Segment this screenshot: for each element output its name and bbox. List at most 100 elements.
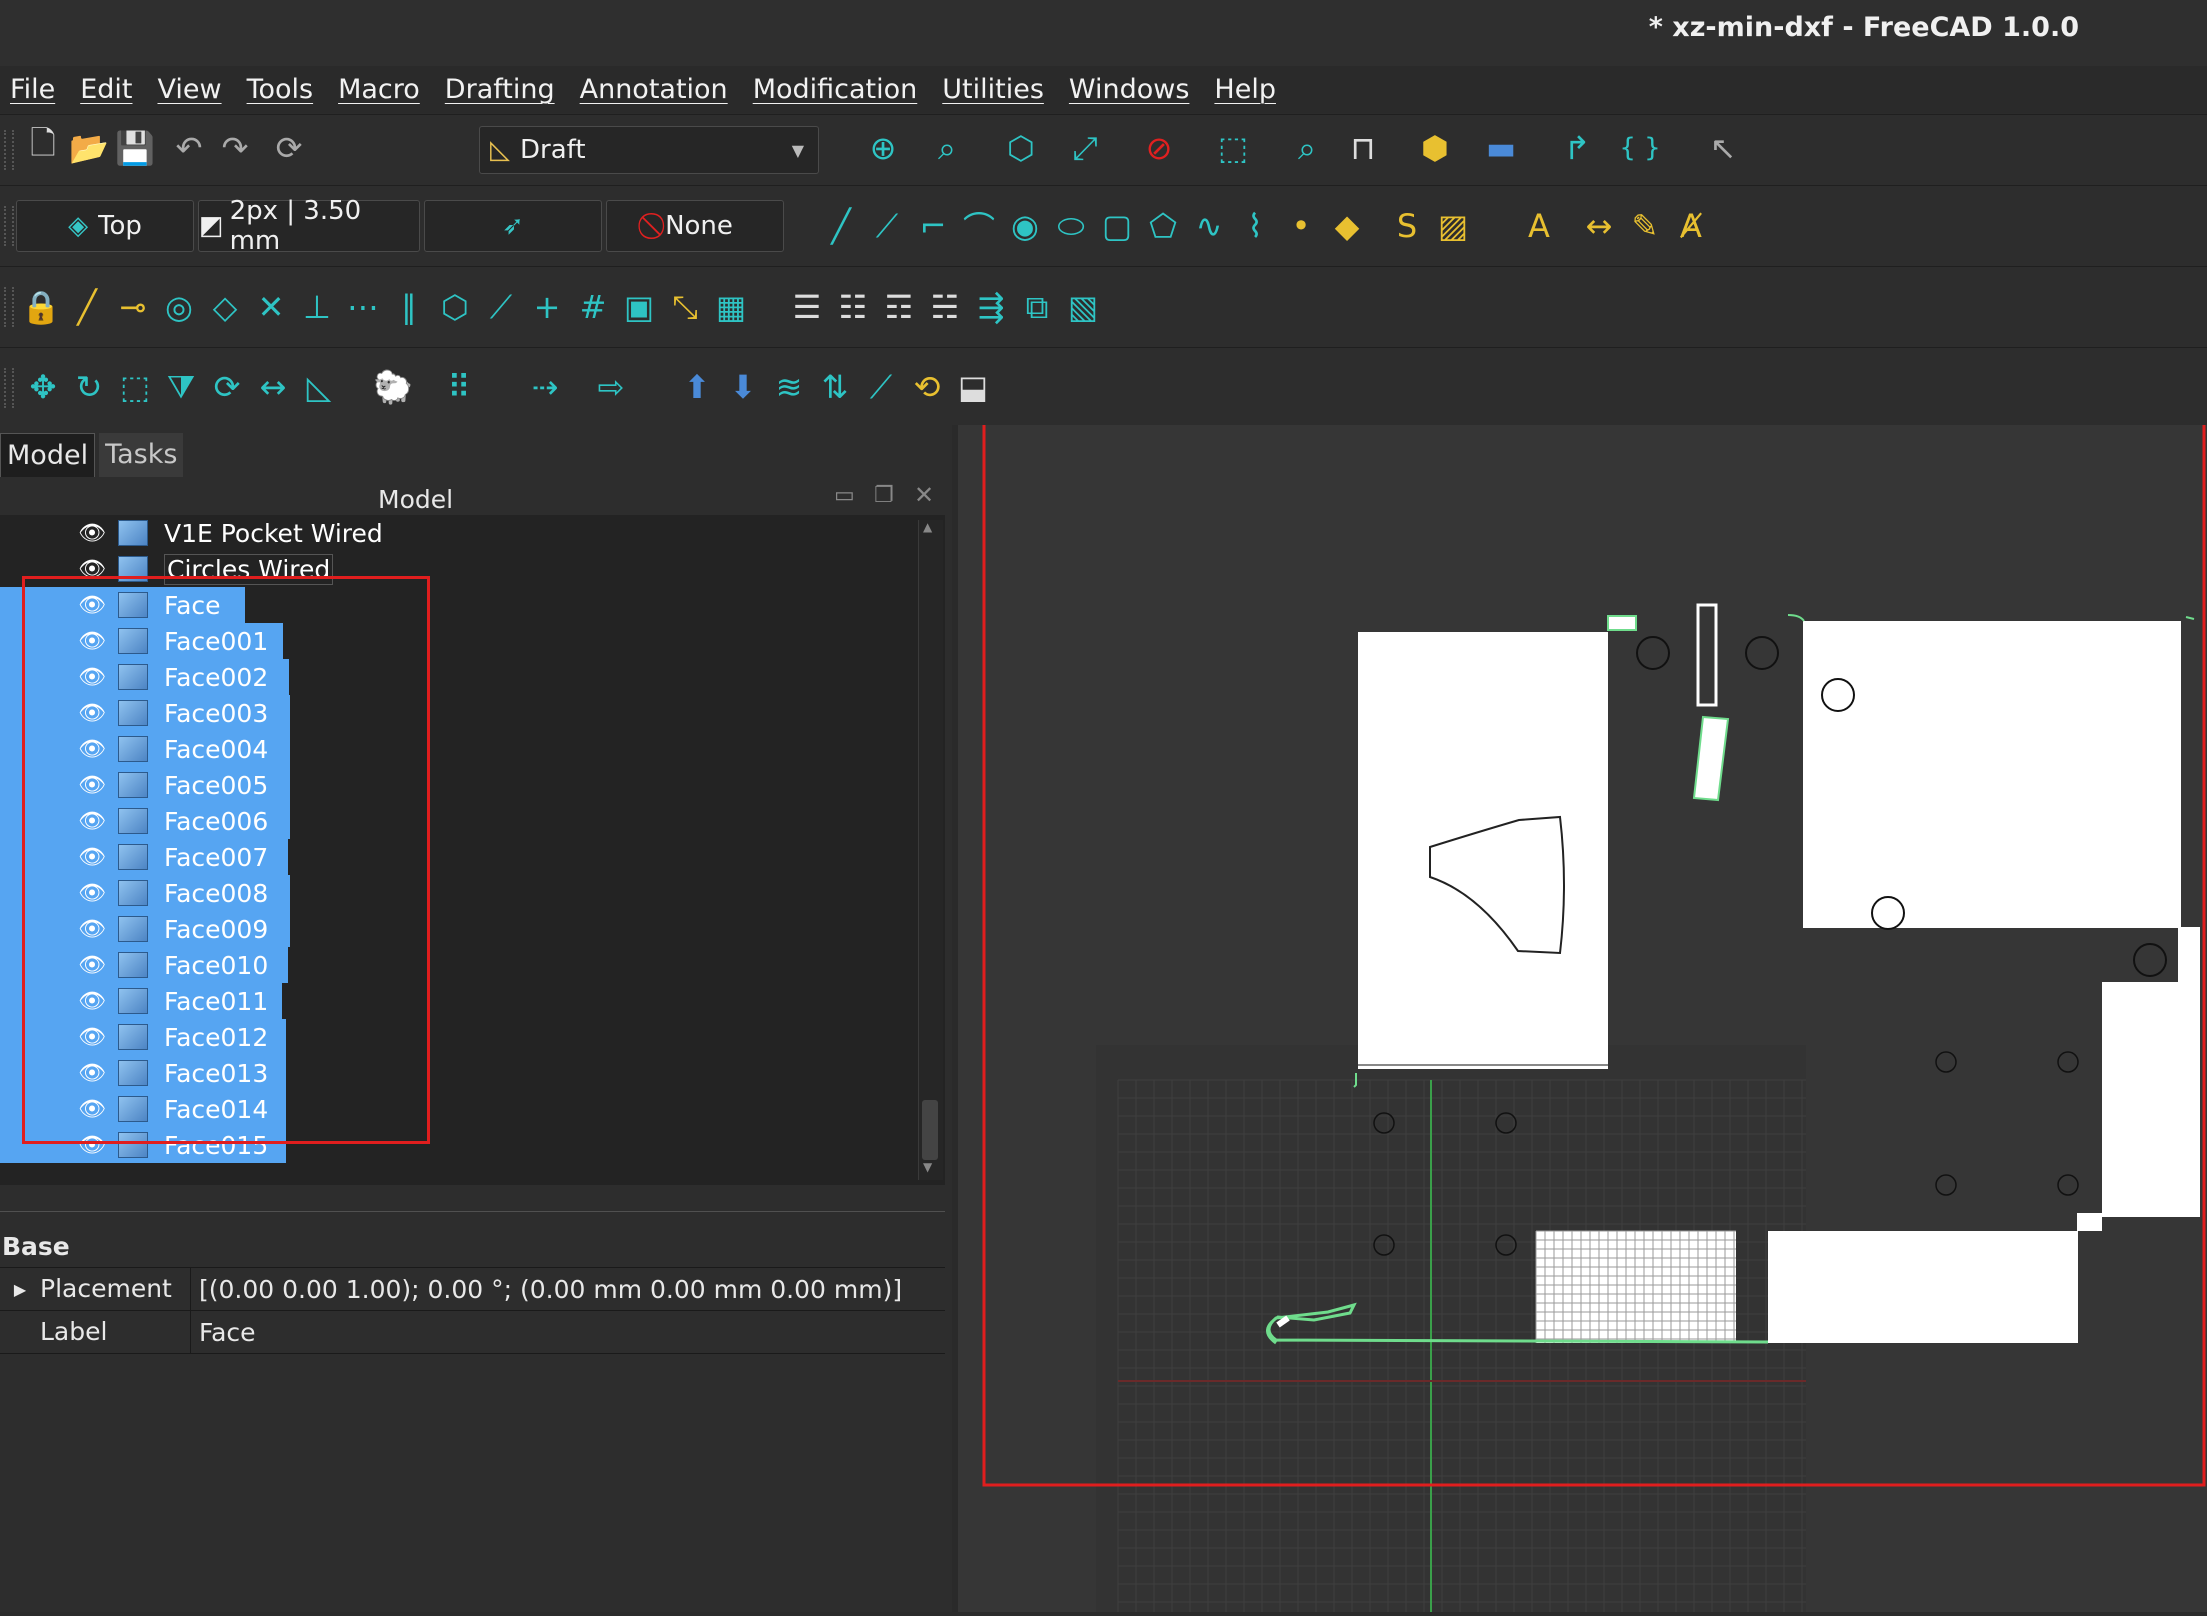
array-icon[interactable]: ⠿ <box>436 364 482 410</box>
menu-help[interactable]: Help <box>1203 74 1290 105</box>
scroll-thumb[interactable] <box>922 1100 938 1160</box>
menu-windows[interactable]: Windows <box>1058 74 1204 105</box>
visibility-eye-icon[interactable]: 👁 <box>74 521 110 546</box>
toolbar-grip[interactable] <box>4 287 14 327</box>
menu-edit[interactable]: Edit <box>69 74 146 105</box>
float-icon[interactable]: ❐ <box>874 483 894 508</box>
fit-all-icon[interactable]: ⊕ <box>860 125 906 171</box>
zoom-icon[interactable]: ⌕ <box>1284 125 1330 171</box>
polygon-icon[interactable]: ⬠ <box>1140 203 1186 249</box>
tree-item[interactable]: 👁 V1E Pocket Wired <box>0 515 383 551</box>
rotate-icon[interactable]: ↻ <box>66 364 112 410</box>
split-icon[interactable]: ⇨ <box>588 364 634 410</box>
snap-extension-icon[interactable]: ⋯ <box>340 284 386 330</box>
3d-viewport[interactable] <box>958 365 2207 1612</box>
menu-file[interactable]: File <box>0 74 69 105</box>
working-plane-icon[interactable]: ▧ <box>1060 284 1106 330</box>
snap-parallel-icon[interactable]: ∥ <box>386 284 432 330</box>
close-icon[interactable]: ✕ <box>914 481 934 509</box>
snap-near-icon[interactable]: ⟋ <box>478 284 524 330</box>
hatch-icon[interactable]: ▨ <box>1430 203 1476 249</box>
face-right-column[interactable] <box>2102 982 2200 1217</box>
autogroup-button[interactable]: ⃠ None <box>606 200 784 252</box>
join-icon[interactable]: ⇢ <box>522 364 568 410</box>
collapse-icon[interactable]: ▭ <box>834 483 855 508</box>
snap-workingplane-icon[interactable]: ▣ <box>616 284 662 330</box>
clone-icon[interactable]: ⧉ <box>1014 284 1060 330</box>
face-tilted-strip[interactable] <box>1692 715 1730 802</box>
workbench-selector[interactable]: ◺ Draft ▼ <box>479 126 819 174</box>
caliper-icon[interactable]: ⊓ <box>1340 125 1386 171</box>
shapestring-icon[interactable]: S <box>1384 203 1430 249</box>
part-icon[interactable]: ⬢ <box>1412 125 1458 171</box>
polyline-icon[interactable]: ⟋ <box>864 203 910 249</box>
tab-tasks[interactable]: Tasks <box>99 433 184 477</box>
link-icon[interactable]: ↱ <box>1554 125 1600 171</box>
draft-to-sketch-icon[interactable]: ⇅ <box>812 364 858 410</box>
offset-icon[interactable]: ⟳ <box>204 364 250 410</box>
circle-icon[interactable]: ◉ <box>1002 203 1048 249</box>
snap-intersection-icon[interactable]: ✕ <box>248 284 294 330</box>
snap-dimensions-icon[interactable]: ⤡ <box>662 284 708 330</box>
snap-angle-icon[interactable]: ◇ <box>202 284 248 330</box>
style-button[interactable]: ◩ 2px | 3.50 mm <box>198 196 420 256</box>
flip-dimension-icon[interactable]: ⟲ <box>904 364 950 410</box>
macro-braces-icon[interactable]: { } <box>1610 125 1670 171</box>
tree-add-icon[interactable]: ☶ <box>876 284 922 330</box>
wire-to-bspline-icon[interactable]: ≋ <box>766 364 812 410</box>
no-draw-icon[interactable]: ⊘ <box>1136 125 1182 171</box>
ellipse-icon[interactable]: ⬭ <box>1048 203 1094 249</box>
view-cube-icon[interactable]: ⬡ <box>998 125 1044 171</box>
layer-icon[interactable]: ☰ <box>784 284 830 330</box>
snap-special-icon[interactable]: ⬡ <box>432 284 478 330</box>
menu-utilities[interactable]: Utilities <box>931 74 1058 105</box>
box-select-icon[interactable]: ⬚ <box>1210 125 1256 171</box>
undo-icon[interactable]: ↶ <box>166 125 212 171</box>
tab-model[interactable]: Model <box>0 433 96 477</box>
text-icon[interactable]: A <box>1516 203 1562 249</box>
measure-icon[interactable]: ⤢ <box>1062 125 1108 171</box>
new-document-icon[interactable]: 🗋 <box>20 124 66 171</box>
expand-arrow-icon[interactable]: ▶ <box>0 1280 40 1299</box>
stretch-icon[interactable]: ↔ <box>250 364 296 410</box>
face-small-tab[interactable] <box>1607 615 1637 631</box>
face-hatched[interactable] <box>1536 1231 1736 1343</box>
slope-icon[interactable]: ⟋ <box>858 364 904 410</box>
view-button[interactable]: ◈ Top <box>16 200 194 252</box>
facebinder-icon[interactable]: ◆ <box>1324 203 1370 249</box>
save-icon[interactable]: 💾 <box>112 125 158 171</box>
menu-annotation[interactable]: Annotation <box>569 74 742 105</box>
refresh-icon[interactable]: ⟳ <box>266 125 312 171</box>
redo-icon[interactable]: ↷ <box>212 125 258 171</box>
point-icon[interactable]: • <box>1278 203 1324 249</box>
face-step[interactable] <box>2077 1213 2102 1231</box>
scale-icon[interactable]: ⬚ <box>112 364 158 410</box>
shape2dview-icon[interactable]: ⬓ <box>950 364 996 410</box>
snap-center-icon[interactable]: ◎ <box>156 284 202 330</box>
property-row-placement[interactable]: ▶ Placement [(0.00 0.00 1.00); 0.00 °; (… <box>0 1268 945 1311</box>
property-value[interactable]: [(0.00 0.00 1.00); 0.00 °; (0.00 mm 0.00… <box>191 1275 902 1304</box>
face-bottom-bar[interactable] <box>1768 1231 2078 1343</box>
scroll-up-icon[interactable]: ▲ <box>923 520 932 534</box>
property-value[interactable]: Face <box>191 1318 256 1347</box>
whats-this-icon[interactable]: ↖ <box>1700 125 1746 171</box>
fit-selection-icon[interactable]: ⌕ <box>924 125 970 171</box>
snap-midpoint-icon[interactable]: ⊸ <box>110 284 156 330</box>
menu-modification[interactable]: Modification <box>742 74 932 105</box>
toolbar-grip[interactable] <box>4 368 14 408</box>
property-row-label[interactable]: Label Face <box>0 1311 945 1354</box>
menu-macro[interactable]: Macro <box>327 74 434 105</box>
snap-ortho-icon[interactable]: + <box>524 284 570 330</box>
trimex-icon[interactable]: ◺ <box>296 364 342 410</box>
bspline-icon[interactable]: ∿ <box>1186 203 1232 249</box>
scroll-down-icon[interactable]: ▼ <box>923 1160 932 1174</box>
upgrade-icon[interactable]: ⬆ <box>674 364 720 410</box>
panel-splitter[interactable] <box>0 1211 945 1212</box>
line-icon[interactable]: ╱ <box>818 203 864 249</box>
grid-toggle-icon[interactable]: ▦ <box>708 284 754 330</box>
downgrade-icon[interactable]: ⬇ <box>720 364 766 410</box>
face-slot[interactable] <box>1696 603 1718 707</box>
tree-group-icon[interactable]: ☵ <box>922 284 968 330</box>
snap-lock-icon[interactable]: 🔒 <box>18 284 64 330</box>
tree-icon[interactable]: ☷ <box>830 284 876 330</box>
